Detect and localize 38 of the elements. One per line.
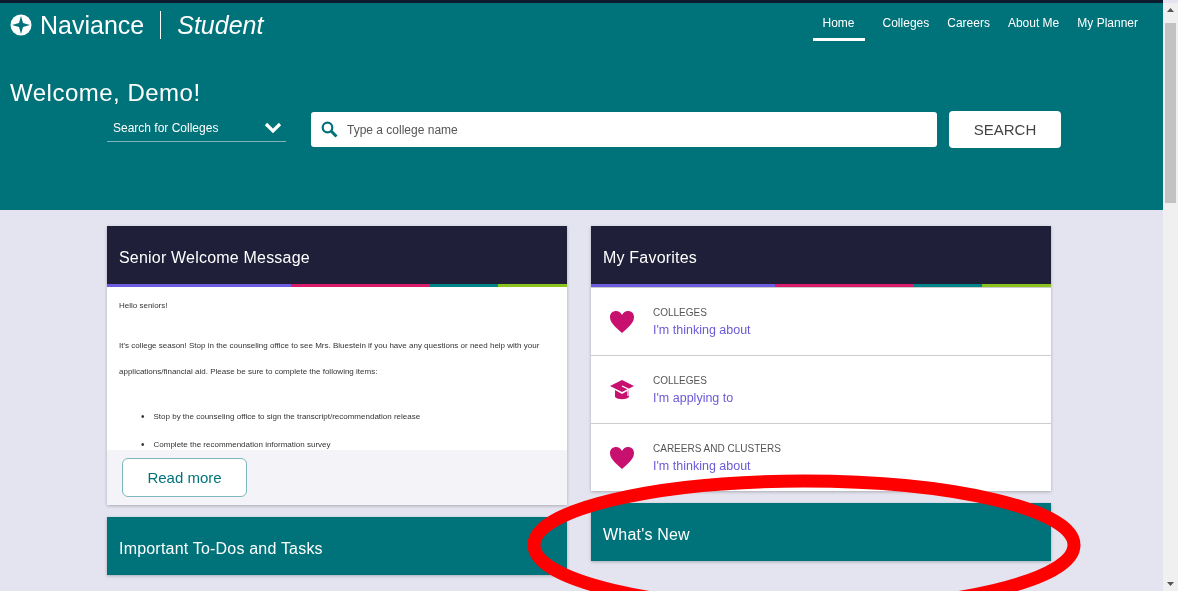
heart-icon <box>609 309 635 334</box>
welcome-heading: Welcome, Demo! <box>10 79 202 108</box>
product-name: Student <box>177 10 264 40</box>
favorite-link[interactable]: I'm applying to <box>653 390 734 405</box>
message-paragraph: It's college season! Stop in the counseling office to see Mrs. Bluestein if you have any questions or need help with your applications/financial aid. Please be sure to complete the following items: <box>119 340 541 378</box>
bullet-marker: • <box>141 439 145 451</box>
favorite-row[interactable]: CAREERS AND CLUSTERS I'm thinking about <box>591 423 1051 491</box>
nav-link[interactable]: Careers <box>947 9 990 41</box>
scrollbar-thumb[interactable] <box>1165 23 1176 203</box>
college-search-field[interactable]: Type a college name <box>311 112 937 147</box>
message-list-item: Complete the recommendation information survey <box>153 439 331 451</box>
card-title: Important To-Dos and Tasks <box>119 540 323 558</box>
message-list-item: Stop by the counseling office to sign the transcript/recommendation release <box>153 411 421 423</box>
favorite-category: CAREERS AND CLUSTERS <box>653 442 781 454</box>
bullet-marker: • <box>141 411 145 423</box>
search-icon <box>321 121 338 138</box>
favorite-row[interactable]: COLLEGES I'm applying to <box>591 355 1051 423</box>
search-scope-dropdown[interactable]: Search for Colleges <box>107 117 286 142</box>
brand-name: Naviance <box>40 10 145 40</box>
favorite-row[interactable]: COLLEGES I'm thinking about <box>591 287 1051 355</box>
message-paragraph: Hello seniors! <box>119 300 169 312</box>
favorite-link[interactable]: I'm thinking about <box>653 458 781 473</box>
nav-link[interactable]: My Planner <box>1077 9 1138 41</box>
graduation-cap-icon <box>609 377 635 402</box>
favorite-link[interactable]: I'm thinking about <box>653 322 751 337</box>
card-title: Senior Welcome Message <box>119 249 310 267</box>
search-button[interactable]: SEARCH <box>949 111 1061 148</box>
compass-logo-icon <box>10 14 32 36</box>
heart-icon <box>609 445 635 470</box>
nav-link[interactable]: Home <box>812 9 865 41</box>
favorite-category: COLLEGES <box>653 374 708 386</box>
favorite-category: COLLEGES <box>653 306 708 318</box>
card-title: My Favorites <box>603 249 697 267</box>
nav-link[interactable]: About Me <box>1007 9 1060 41</box>
nav-link[interactable]: Colleges <box>882 9 930 41</box>
card-title: What's New <box>603 526 690 544</box>
read-more-button[interactable]: Read more <box>122 458 247 497</box>
chevron-down-icon <box>264 122 282 134</box>
